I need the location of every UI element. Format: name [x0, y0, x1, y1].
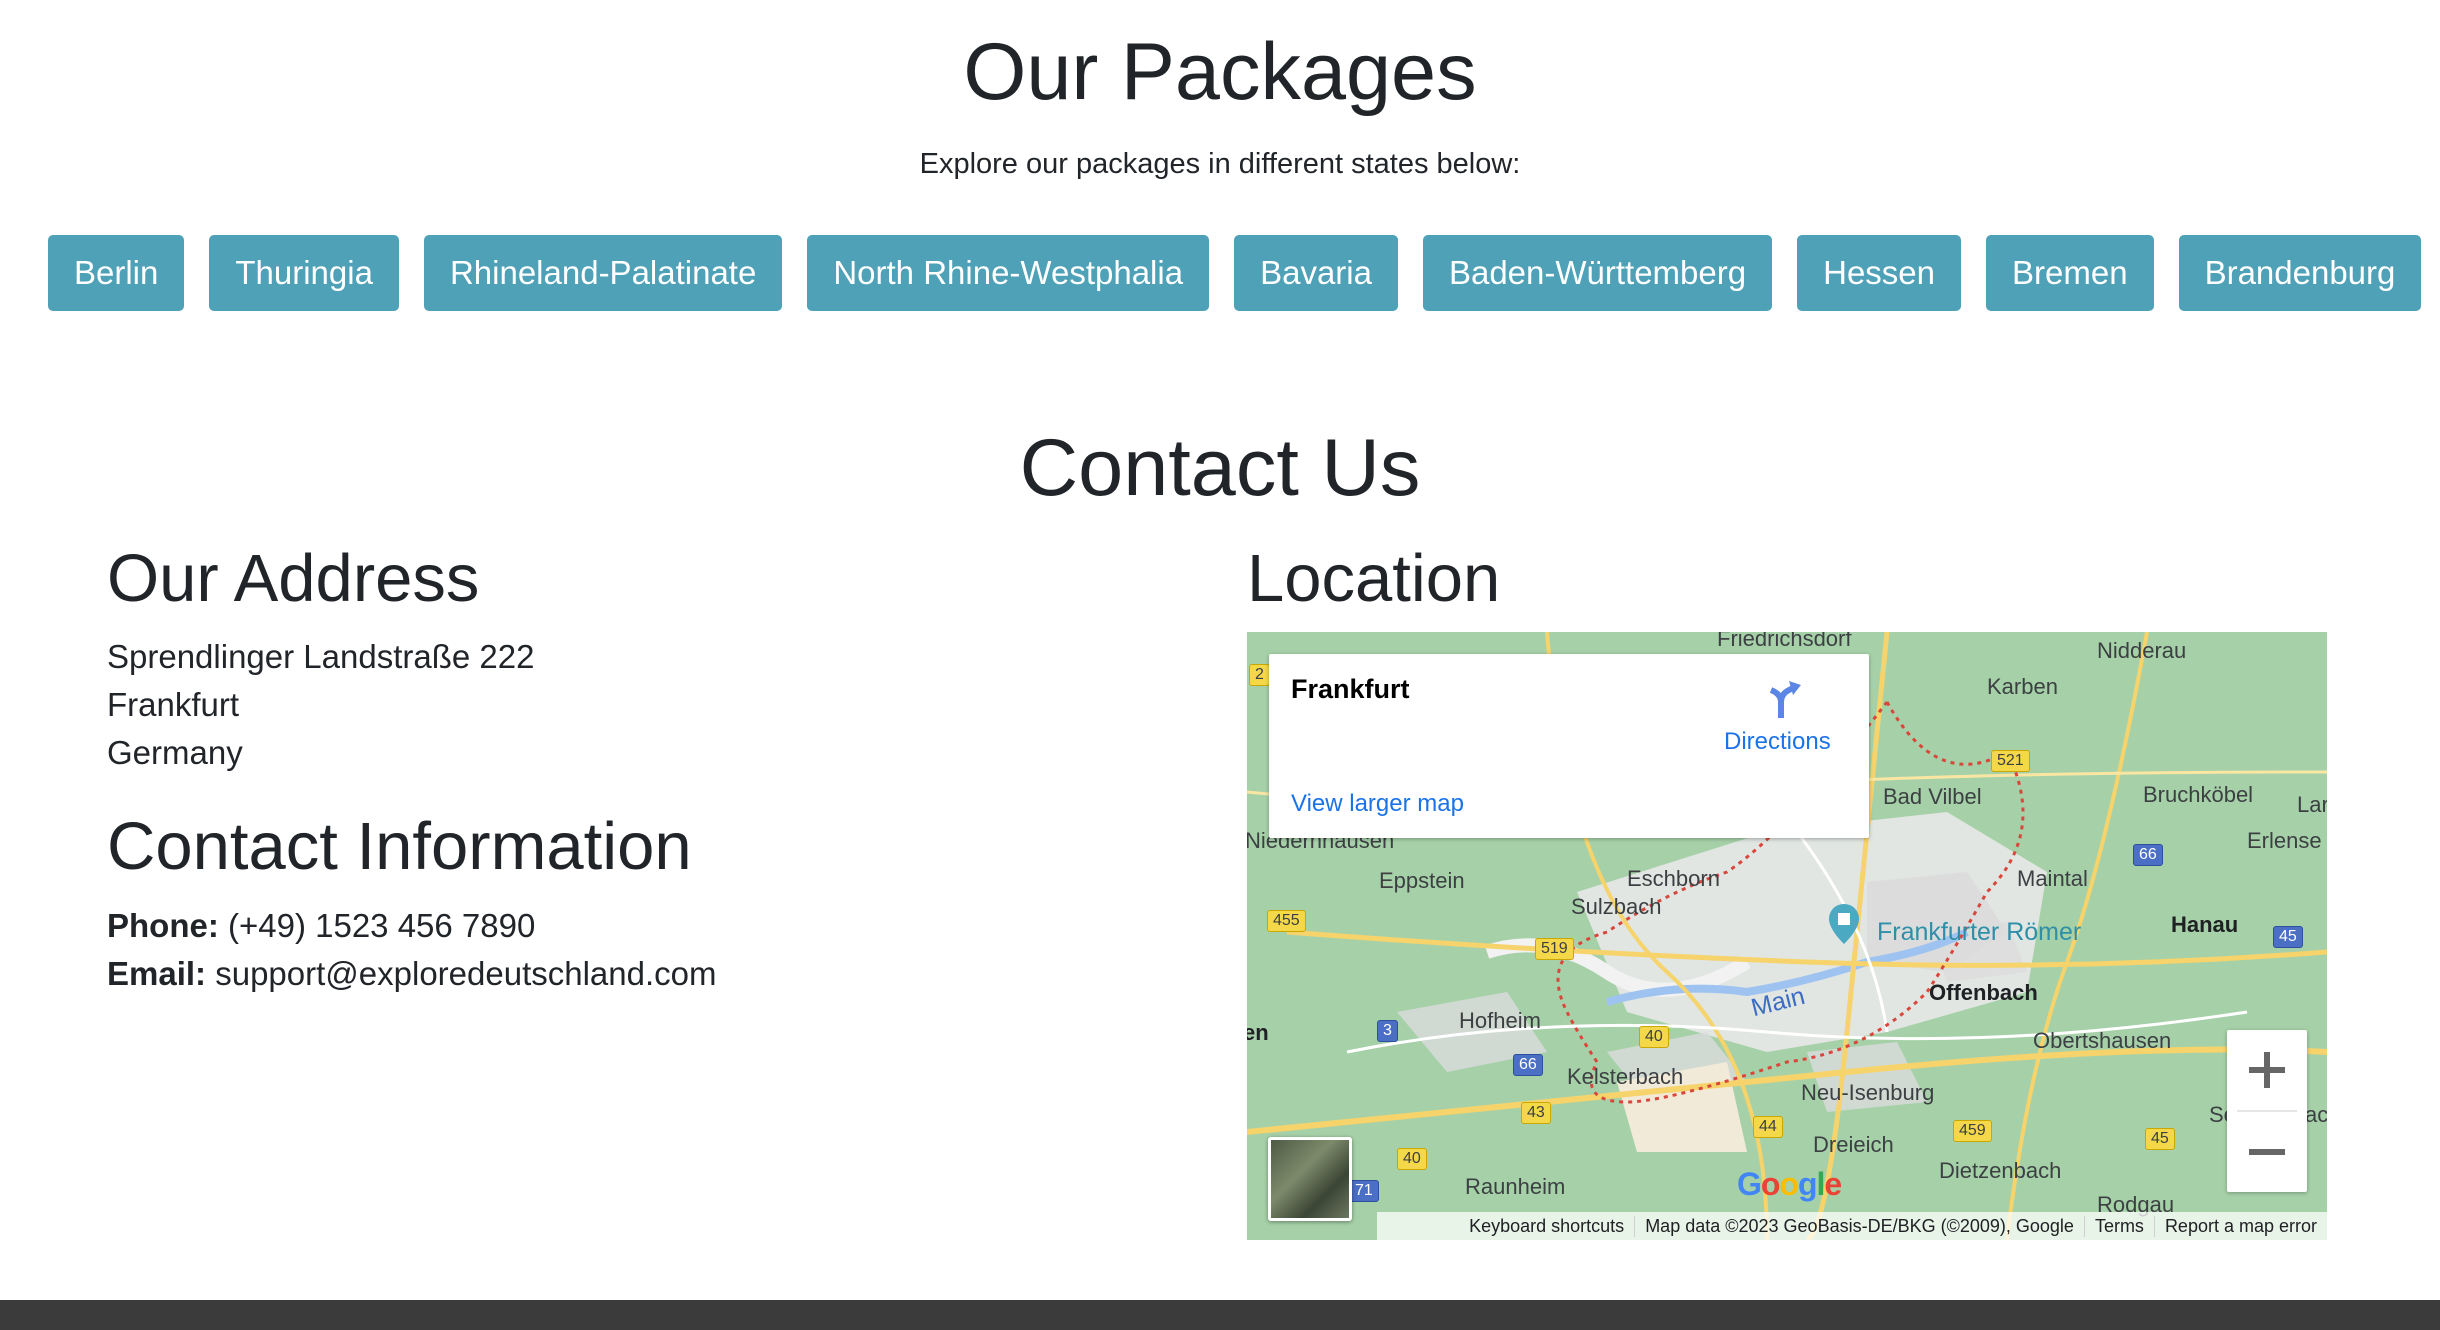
phone-label: Phone: [107, 907, 219, 944]
directions-icon[interactable] [1759, 678, 1803, 722]
address-country: Germany [107, 734, 243, 771]
keyboard-shortcuts-link[interactable]: Keyboard shortcuts [1459, 1216, 1634, 1237]
road-shield: 40 [1397, 1148, 1427, 1170]
map-data-credit: Map data ©2023 GeoBasis-DE/BKG (©2009), … [1634, 1215, 2084, 1237]
road-shield: 2 [1249, 664, 1270, 686]
map-label-bad-vilbel: Bad Vilbel [1883, 784, 1982, 809]
road-shield: 44 [1753, 1116, 1783, 1138]
package-button-rhineland-palatinate[interactable]: Rhineland-Palatinate [423, 235, 783, 311]
package-button-bavaria[interactable]: Bavaria [1234, 235, 1398, 311]
map-label-edge-en: en [1247, 1020, 1269, 1045]
road-shield: 3 [1377, 1020, 1398, 1042]
phone-value: (+49) 1523 456 7890 [228, 907, 536, 944]
satellite-toggle-button[interactable] [1268, 1137, 1352, 1221]
minus-icon [2249, 1149, 2285, 1155]
road-shield: 66 [1513, 1054, 1543, 1076]
package-button-bremen[interactable]: Bremen [1986, 235, 2154, 311]
road-shield: 71 [1349, 1180, 1379, 1202]
map-label-edge-ac: ac [2305, 1102, 2327, 1127]
map-label-obertshausen: Obertshausen [2033, 1028, 2172, 1053]
road-shield: 519 [1535, 938, 1574, 960]
location-heading: Location [1247, 541, 1501, 616]
map-label-hanau: Hanau [2171, 912, 2239, 937]
directions-link[interactable]: Directions [1724, 728, 1831, 756]
package-button-brandenburg[interactable]: Brandenburg [2178, 235, 2422, 311]
email-value[interactable]: support@exploredeutschland.com [215, 955, 716, 992]
address-city: Frankfurt [107, 686, 240, 723]
packages-subtitle: Explore our packages in different states… [919, 148, 1521, 180]
road-shield: 45 [2145, 1128, 2175, 1150]
map-label-hofheim: Hofheim [1459, 1008, 1541, 1033]
map-label-neu-isenburg: Neu-Isenburg [1801, 1080, 1935, 1105]
map-label-karben: Karben [1987, 674, 2058, 699]
email-line: Email: support@exploredeutschland.com [107, 954, 717, 994]
map-label-frankfurter-roemer: Frankfurter Römer [1877, 918, 2082, 946]
map-label-eppstein: Eppstein [1379, 868, 1465, 893]
map-label-erlense: Erlense [2247, 828, 2322, 853]
plus-icon [2249, 1052, 2285, 1088]
phone-line: Phone: (+49) 1523 456 7890 [107, 906, 535, 946]
email-label: Email: [107, 955, 207, 992]
road-shield: 455 [1267, 910, 1306, 932]
road-shield: 459 [1953, 1120, 1992, 1142]
package-button-hessen[interactable]: Hessen [1797, 235, 1961, 311]
map-label-sulzbach: Sulzbach [1571, 894, 1662, 919]
address-street: Sprendlinger Landstraße 222 [107, 638, 535, 675]
map-label-kelsterbach: Kelsterbach [1567, 1064, 1684, 1089]
package-button-baden-wuerttemberg[interactable]: Baden-Württemberg [1422, 235, 1773, 311]
map-label-dreieich: Dreieich [1813, 1132, 1894, 1157]
google-logo: Google [1737, 1166, 1842, 1202]
package-button-berlin[interactable]: Berlin [48, 235, 185, 311]
map-card-title: Frankfurt [1291, 674, 1410, 704]
map-label-raunheim: Raunheim [1465, 1174, 1566, 1199]
map-info-card: Frankfurt Directions View larger map [1269, 654, 1869, 838]
package-button-thuringia[interactable]: Thuringia [209, 235, 399, 311]
zoom-in-button[interactable] [2227, 1030, 2307, 1110]
view-larger-map-link[interactable]: View larger map [1291, 790, 1464, 818]
map-label-nidderau: Nidderau [2097, 638, 2187, 663]
packages-title: Our Packages [963, 27, 1477, 117]
map-label-offenbach: Offenbach [1929, 980, 2038, 1005]
page-footer [0, 1300, 2440, 1330]
package-buttons: Berlin Thuringia Rhineland-Palatinate No… [48, 235, 2422, 311]
map-label-bruchkoebel: Bruchköbel [2143, 782, 2254, 807]
map-label-friedrichsdorf: Friedrichsdorf [1717, 632, 1852, 651]
map-label-edge-lar: Lar [2297, 792, 2327, 817]
report-map-error-link[interactable]: Report a map error [2153, 1215, 2327, 1237]
road-shield: 43 [1521, 1102, 1551, 1124]
road-shield: 66 [2133, 844, 2163, 866]
location-pin-icon[interactable] [1829, 904, 1859, 944]
address-heading: Our Address [107, 541, 480, 616]
contact-title: Contact Us [1019, 423, 1421, 513]
zoom-controls [2227, 1030, 2307, 1192]
package-button-north-rhine-westphalia[interactable]: North Rhine-Westphalia [807, 235, 1210, 311]
map-label-maintal: Maintal [2017, 866, 2088, 891]
road-shield: 45 [2273, 926, 2303, 948]
map-label-dietzenbach: Dietzenbach [1939, 1158, 2062, 1183]
terms-link[interactable]: Terms [2083, 1215, 2154, 1237]
map-label-eschborn: Eschborn [1627, 866, 1720, 891]
map-attribution-bar: Keyboard shortcuts Map data ©2023 GeoBas… [1377, 1212, 2327, 1240]
contact-info-heading: Contact Information [107, 809, 692, 884]
zoom-out-button[interactable] [2227, 1112, 2307, 1192]
embedded-map[interactable]: Friedrichsdorf Nidderau Karben Bad Vilbe… [1247, 632, 2327, 1240]
road-shield: 40 [1639, 1026, 1669, 1048]
road-shield: 521 [1991, 750, 2030, 772]
